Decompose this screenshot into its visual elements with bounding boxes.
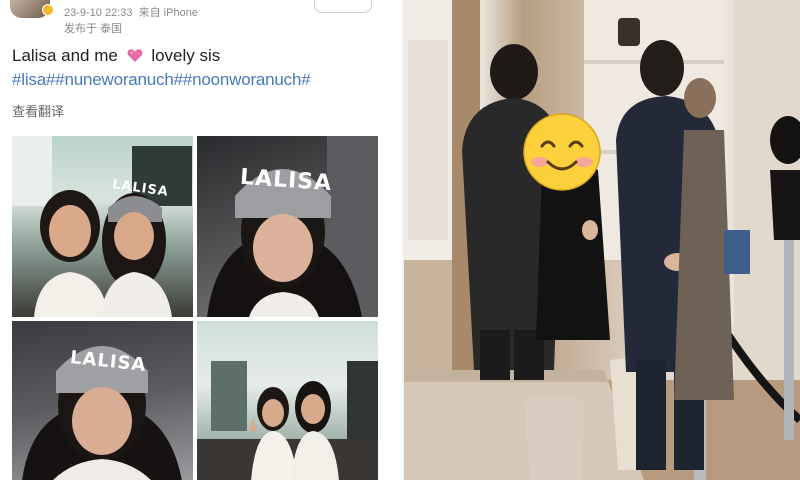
pink-heart-icon: [127, 49, 143, 62]
hashtag-links[interactable]: #lisa##nuneworanuch##noonworanuch#: [12, 70, 311, 90]
follow-button[interactable]: [314, 0, 372, 13]
post-location: 发布于 泰国: [64, 23, 123, 35]
social-post: 23-9-10 22:33 来自 iPhone 发布于 泰国 Lalisa an…: [0, 0, 402, 480]
photo-4-illustration: [197, 361, 378, 480]
photo-3-illustration: [22, 346, 182, 480]
caption-text-after: lovely sis: [151, 46, 221, 65]
post-photo-4[interactable]: [197, 321, 378, 480]
post-photo-3[interactable]: LALISA: [12, 321, 193, 480]
smiling-face-emoji-icon: [523, 113, 601, 191]
post-meta-line: 23-9-10 22:33 来自 iPhone: [64, 4, 198, 20]
scene-illustration: [404, 0, 800, 480]
caption-text-before: Lalisa and me: [12, 46, 118, 65]
photo-2-illustration: [207, 136, 378, 317]
post-photo-1[interactable]: LALISA: [12, 136, 193, 317]
post-source: 来自 iPhone: [138, 7, 198, 19]
translate-link[interactable]: 查看翻译: [12, 101, 64, 120]
post-photo-2[interactable]: LALISA: [197, 136, 378, 317]
scene-photo: [404, 0, 800, 480]
photo-1-illustration: [12, 136, 192, 317]
verified-badge-icon: [42, 4, 54, 16]
post-caption: Lalisa and me lovely sis: [12, 46, 220, 66]
post-timestamp: 23-9-10 22:33: [64, 7, 133, 19]
